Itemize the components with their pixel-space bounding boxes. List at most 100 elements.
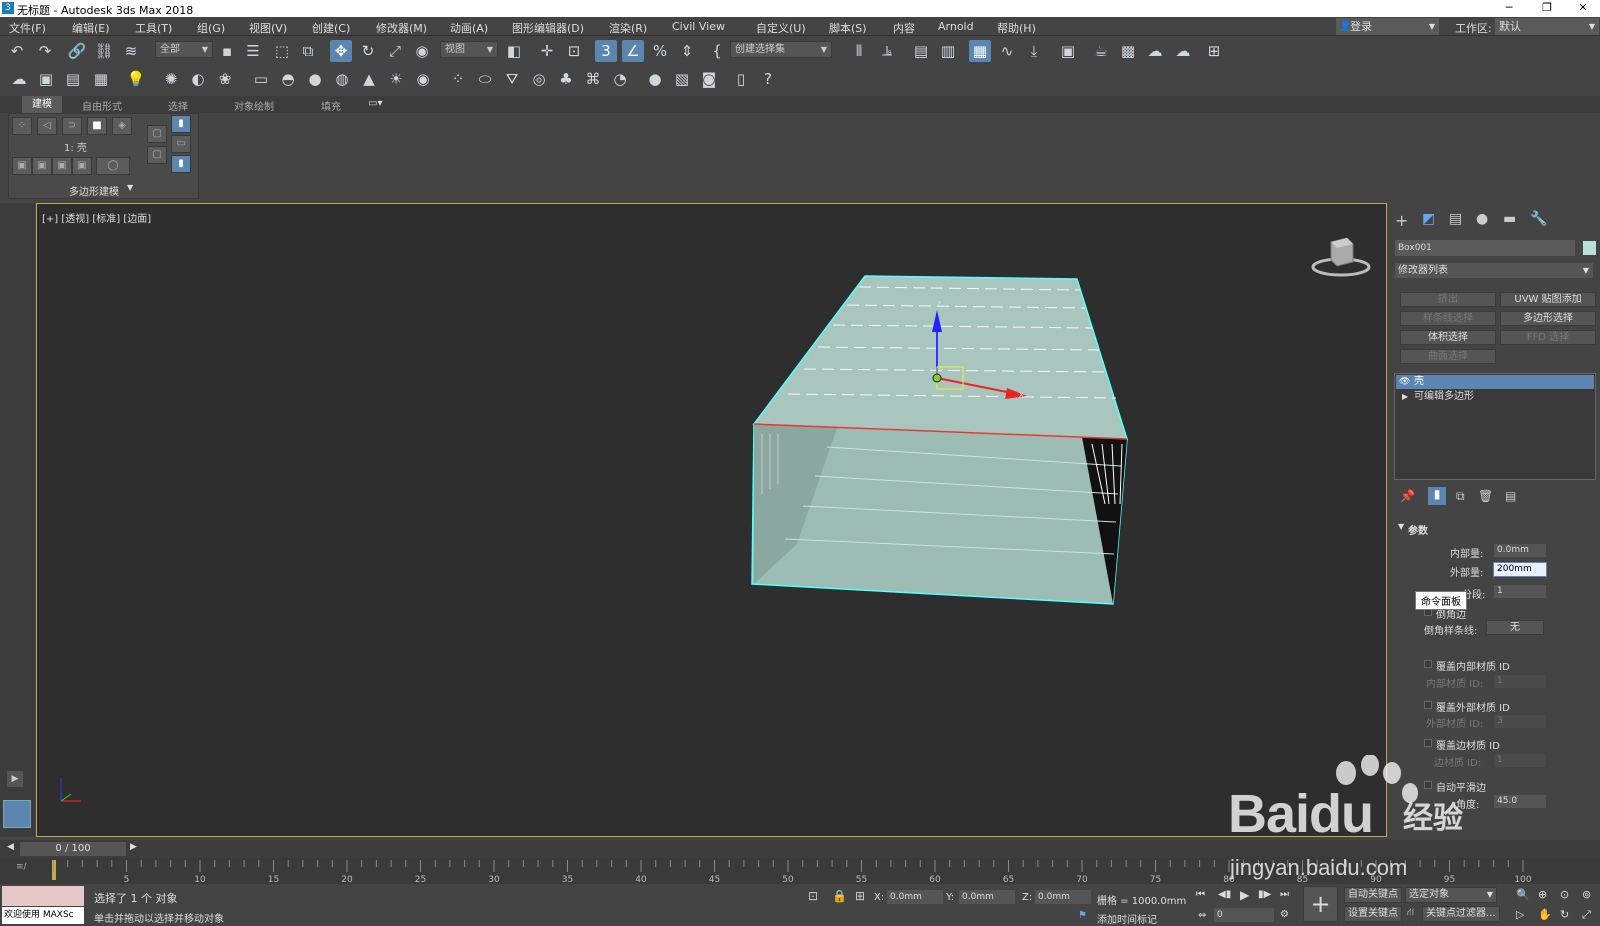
align-icon[interactable]: ⫡ bbox=[876, 40, 898, 62]
sub-tool-5-icon[interactable]: ◯ bbox=[96, 157, 130, 175]
rollout-title[interactable]: 参数 bbox=[1408, 522, 1428, 537]
inner-amount-spinner[interactable]: 0.0mm bbox=[1494, 544, 1546, 557]
render-frame-icon[interactable]: ▣ bbox=[35, 68, 57, 90]
rotate-icon[interactable]: ↻ bbox=[357, 40, 379, 62]
remove-modifier-icon[interactable]: 🗑 bbox=[1478, 489, 1493, 503]
restore-button[interactable]: ❐ bbox=[1532, 0, 1562, 17]
override-edge-checkbox[interactable] bbox=[1424, 739, 1432, 747]
menu-create[interactable]: 创建(C) bbox=[312, 20, 350, 36]
tab-selection[interactable]: 选择 bbox=[168, 98, 188, 113]
bind-space-warp-icon[interactable]: ≋ bbox=[120, 40, 142, 62]
teapot-icon[interactable]: ☁ bbox=[8, 68, 30, 90]
collapse-arrow-icon[interactable]: ▼ bbox=[1398, 522, 1404, 531]
modify-tab-icon[interactable]: ◩ bbox=[1422, 211, 1435, 227]
workspace-dropdown[interactable]: 默认 ▼ bbox=[1495, 18, 1599, 35]
mini-curve-editor-icon[interactable]: ≡/ bbox=[16, 862, 27, 872]
menu-arnold[interactable]: Arnold bbox=[938, 20, 974, 33]
stack-tool-4-icon[interactable]: ▮ bbox=[171, 155, 191, 173]
isolate-selection-icon[interactable]: ⊡ bbox=[808, 889, 818, 903]
chevron-down-icon[interactable]: ▼ bbox=[127, 183, 133, 192]
menu-animation[interactable]: 动画(A) bbox=[450, 20, 488, 36]
create-tab-icon[interactable]: + bbox=[1395, 211, 1408, 230]
select-move-icon[interactable]: ✥ bbox=[330, 40, 352, 62]
element-icon[interactable]: ◈ bbox=[112, 117, 132, 135]
configure-sets-icon[interactable]: ▤ bbox=[1505, 489, 1516, 503]
menu-customize[interactable]: 自定义(U) bbox=[756, 20, 806, 36]
snap-toggle-icon[interactable]: 3 bbox=[595, 40, 617, 62]
material-editor-icon[interactable]: ▣ bbox=[1057, 40, 1079, 62]
utilities-tab-icon[interactable]: 🔧 bbox=[1530, 211, 1547, 227]
login-dropdown[interactable]: 👤 登录 ▼ bbox=[1336, 18, 1439, 35]
tab-modeling[interactable]: 建模 bbox=[22, 96, 62, 113]
stack-tool-3-icon[interactable]: ▭ bbox=[171, 135, 191, 153]
point-light-icon[interactable]: ● bbox=[304, 68, 326, 90]
modifier-list-dropdown[interactable]: 修改器列表 ▼ bbox=[1395, 263, 1593, 278]
named-selection-set-dropdown[interactable]: 创建选择集 ▼ bbox=[730, 41, 832, 58]
welcome-text[interactable]: 欢迎使用 MAXSc bbox=[2, 907, 84, 924]
menu-scripting[interactable]: 脚本(S) bbox=[829, 20, 867, 36]
go-to-start-icon[interactable]: ⏮ bbox=[1196, 889, 1205, 900]
sub-tool-4-icon[interactable]: ▣ bbox=[72, 157, 92, 175]
angle-snap-icon[interactable]: ∠ bbox=[622, 40, 644, 62]
mirror-icon[interactable]: ⫴ bbox=[848, 40, 870, 62]
motion-tab-icon[interactable]: ● bbox=[1476, 211, 1488, 227]
vertex-icon[interactable]: ⁘ bbox=[12, 117, 32, 135]
poly-select-button[interactable]: 多边形选择 bbox=[1500, 311, 1596, 326]
log-icon[interactable]: ▯ bbox=[730, 68, 752, 90]
cloth-icon[interactable]: ❀ bbox=[214, 68, 236, 90]
viewport-layout-icon[interactable] bbox=[3, 800, 31, 828]
time-slider[interactable]: 0 / 100 bbox=[20, 842, 126, 856]
border-icon[interactable]: ⊃ bbox=[62, 117, 82, 135]
percent-snap-icon[interactable]: % bbox=[649, 40, 671, 62]
absolute-mode-icon[interactable]: ⊞ bbox=[855, 889, 865, 903]
plant-icon[interactable]: ♣ bbox=[555, 68, 577, 90]
volume-select-button[interactable]: 体积选择 bbox=[1400, 330, 1496, 345]
undo-icon[interactable]: ↶ bbox=[6, 40, 28, 62]
scene-explorer-icon[interactable]: ▤ bbox=[910, 40, 932, 62]
a360-gallery-icon[interactable]: ⊞ bbox=[1203, 40, 1225, 62]
menu-edit[interactable]: 编辑(E) bbox=[72, 20, 110, 36]
outer-mat-spinner[interactable]: 3 bbox=[1494, 715, 1546, 728]
spinner-snap-icon[interactable]: ⇕ bbox=[676, 40, 698, 62]
maxscript-mini-listener[interactable] bbox=[2, 886, 84, 906]
sub-tool-3-icon[interactable]: ▣ bbox=[52, 157, 72, 175]
cylinder-light-icon[interactable]: ◍ bbox=[331, 68, 353, 90]
camera-icon[interactable]: ⛛ bbox=[501, 68, 523, 90]
menu-content[interactable]: 内容 bbox=[893, 20, 915, 36]
redo-icon[interactable]: ↷ bbox=[34, 40, 56, 62]
key-mode-icon[interactable]: ⇔ bbox=[1198, 910, 1206, 921]
menu-rendering[interactable]: 渲染(R) bbox=[609, 20, 647, 36]
spot-light-icon[interactable]: ▲ bbox=[358, 68, 380, 90]
time-tag-icon[interactable]: ⚑ bbox=[1078, 910, 1087, 921]
eye-icon[interactable]: 👁 bbox=[1399, 375, 1410, 389]
plane-light-icon[interactable]: ▭ bbox=[250, 68, 272, 90]
polygon-icon[interactable]: ■ bbox=[87, 117, 107, 135]
select-by-name-icon[interactable]: ☰ bbox=[242, 40, 264, 62]
rect-selection-icon[interactable]: ⬚ bbox=[271, 40, 293, 62]
ribbon-options-icon[interactable]: ▭▾ bbox=[368, 98, 382, 109]
pin-stack-icon[interactable]: 📌 bbox=[1400, 489, 1415, 503]
hf-icon[interactable]: ⌘ bbox=[582, 68, 604, 90]
particle-icon[interactable]: ✺ bbox=[160, 68, 182, 90]
menu-graph-editors[interactable]: 图形编辑器(D) bbox=[512, 20, 584, 36]
scale-icon[interactable]: ⤢ bbox=[384, 40, 406, 62]
state-sets-icon[interactable]: ▦ bbox=[90, 68, 112, 90]
container-icon[interactable]: ▤ bbox=[62, 68, 84, 90]
render-setup-icon[interactable]: ☕ bbox=[1090, 40, 1112, 62]
spline-select-button[interactable]: 样条线选择 bbox=[1400, 311, 1496, 326]
maxscript-listener[interactable]: 欢迎使用 MAXSc bbox=[2, 886, 84, 924]
show-end-result-icon[interactable]: ▮ bbox=[171, 115, 191, 133]
sphere-material-icon[interactable]: ● bbox=[644, 68, 666, 90]
expand-arrow-icon[interactable]: ▶ bbox=[1402, 390, 1408, 404]
reference-coord-dropdown[interactable]: 视图 ▼ bbox=[440, 41, 498, 58]
outer-amount-spinner[interactable]: 200mm bbox=[1493, 562, 1547, 577]
show-end-result-icon[interactable]: ▮ bbox=[1428, 487, 1446, 505]
stack-item-editable-poly[interactable]: ▶ 可编辑多边形 bbox=[1396, 390, 1594, 404]
help-icon[interactable]: ? bbox=[757, 68, 779, 90]
window-crossing-icon[interactable]: ⧉ bbox=[297, 40, 319, 62]
menu-tools[interactable]: 工具(T) bbox=[135, 20, 172, 36]
bevel-spline-button[interactable]: 无 bbox=[1486, 620, 1544, 635]
play-icon[interactable]: ▶ bbox=[7, 771, 23, 787]
maximize-viewport-icon[interactable]: ⤢ bbox=[1582, 908, 1591, 922]
hierarchy-tab-icon[interactable]: ▤ bbox=[1449, 211, 1462, 227]
